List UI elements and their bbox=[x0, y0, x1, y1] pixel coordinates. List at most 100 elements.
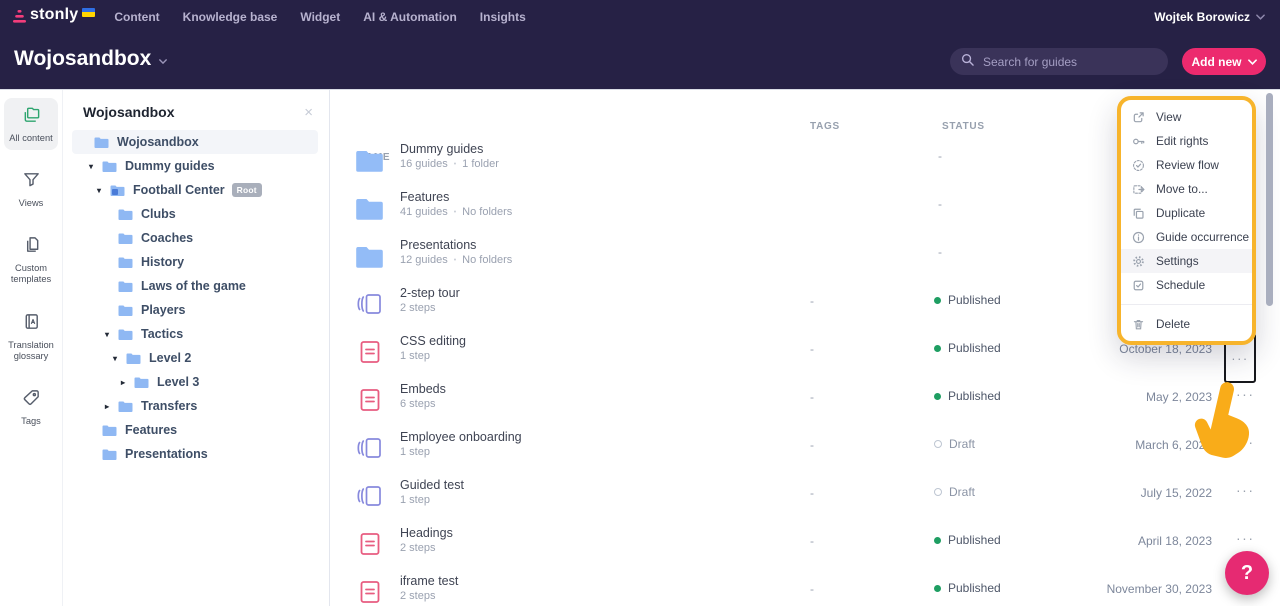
sidebar-item-all-content[interactable]: All content bbox=[4, 98, 58, 150]
table-row[interactable]: Employee onboarding1 step-DraftMarch 6, … bbox=[330, 424, 1280, 472]
help-button[interactable]: ? bbox=[1225, 551, 1269, 595]
row-date: May 2, 2023 bbox=[1146, 390, 1212, 404]
user-menu[interactable]: Wojtek Borowicz bbox=[1154, 10, 1265, 24]
row-status: - bbox=[938, 149, 942, 163]
sidebar-item-tags[interactable]: Tags bbox=[4, 381, 58, 433]
table-row[interactable]: Headings2 steps-PublishedApril 18, 2023·… bbox=[330, 520, 1280, 568]
tree-item-features[interactable]: Features bbox=[63, 418, 329, 442]
menu-item-view[interactable]: View bbox=[1121, 105, 1252, 129]
tree-item-label: Level 3 bbox=[157, 375, 199, 389]
sidebar-item-views[interactable]: Views bbox=[4, 163, 58, 215]
row-title: Features bbox=[400, 190, 449, 204]
row-meta: 1 step bbox=[400, 350, 430, 362]
stonly-logo-icon bbox=[13, 6, 26, 29]
tree-expand-arrow[interactable]: ▸ bbox=[121, 378, 134, 387]
status-dot-icon bbox=[934, 393, 941, 400]
dot-separator-icon: • bbox=[454, 209, 456, 216]
menu-item-label: Delete bbox=[1156, 317, 1190, 331]
nav-item-insights[interactable]: Insights bbox=[480, 10, 526, 24]
nav-item-ai-automation[interactable]: AI & Automation bbox=[363, 10, 457, 24]
folder-icon bbox=[118, 304, 133, 316]
tree-item-dummy-guides[interactable]: ▾ Dummy guides bbox=[63, 154, 329, 178]
menu-item-edit-rights[interactable]: Edit rights bbox=[1121, 129, 1252, 153]
folder-icon bbox=[118, 256, 133, 268]
tree-item-history[interactable]: History bbox=[63, 250, 329, 274]
row-tags: - bbox=[810, 342, 814, 356]
custom-templates-icon bbox=[22, 241, 41, 258]
table-row[interactable]: Guided test1 step-DraftJuly 15, 2022··· bbox=[330, 472, 1280, 520]
table-row[interactable]: Embeds6 steps-PublishedMay 2, 2023··· bbox=[330, 376, 1280, 424]
row-actions-button[interactable]: ··· bbox=[1230, 482, 1256, 498]
menu-item-duplicate[interactable]: Duplicate bbox=[1121, 201, 1252, 225]
row-meta-part: 1 step bbox=[400, 446, 430, 458]
folder-icon bbox=[118, 400, 133, 412]
row-tags: - bbox=[810, 294, 814, 308]
tree-item-level-2[interactable]: ▾Level 2 bbox=[63, 346, 329, 370]
menu-item-move-to-[interactable]: Move to... bbox=[1121, 177, 1252, 201]
row-meta-part: 1 step bbox=[400, 350, 430, 362]
status-dot-icon bbox=[934, 537, 941, 544]
column-header-status[interactable]: STATUS bbox=[942, 121, 985, 132]
row-date: November 30, 2023 bbox=[1107, 582, 1212, 596]
nav-item-widget[interactable]: Widget bbox=[300, 10, 340, 24]
tree-item-transfers[interactable]: ▸Transfers bbox=[63, 394, 329, 418]
nav-item-knowledge-base[interactable]: Knowledge base bbox=[183, 10, 278, 24]
row-status: - bbox=[938, 197, 942, 211]
tree-item-label: Presentations bbox=[125, 447, 208, 461]
brand-name: stonly bbox=[30, 6, 78, 24]
table-row[interactable]: iframe test2 steps-PublishedNovember 30,… bbox=[330, 568, 1280, 606]
tree-item-level-3[interactable]: ▸ Level 3 bbox=[63, 370, 329, 394]
row-title: Embeds bbox=[400, 382, 446, 396]
add-new-button[interactable]: Add new bbox=[1182, 48, 1266, 75]
close-icon[interactable]: × bbox=[304, 105, 313, 120]
tree-item-football-center[interactable]: ▾Football CenterRoot bbox=[63, 178, 329, 202]
search-icon bbox=[961, 53, 974, 71]
folder-icon bbox=[110, 184, 125, 196]
menu-item-delete[interactable]: Delete bbox=[1121, 312, 1252, 336]
tree-item-presentations[interactable]: Presentations bbox=[63, 442, 329, 466]
search-input[interactable] bbox=[981, 54, 1157, 70]
menu-item-review-flow[interactable]: Review flow bbox=[1121, 153, 1252, 177]
row-actions-button[interactable]: ··· bbox=[1230, 434, 1256, 450]
tree-item-clubs[interactable]: Clubs bbox=[63, 202, 329, 226]
main-nav: Content Knowledge base Widget AI & Automati… bbox=[114, 10, 525, 24]
tree-expand-arrow[interactable]: ▾ bbox=[113, 354, 126, 363]
tree-item-tactics[interactable]: ▾ Tactics bbox=[63, 322, 329, 346]
folder-icon bbox=[118, 232, 133, 244]
page-header: Wojosandbox Add new bbox=[0, 34, 1280, 90]
menu-item-settings[interactable]: Settings bbox=[1121, 249, 1252, 273]
sidebar-item-custom-templates[interactable]: Custom templates bbox=[4, 228, 58, 291]
add-new-label: Add new bbox=[1192, 55, 1242, 69]
row-meta: 1 step bbox=[400, 494, 430, 506]
tree-expand-arrow[interactable]: ▸ bbox=[105, 402, 118, 411]
guide-single-icon bbox=[355, 337, 385, 367]
stonly-logo[interactable]: stonly bbox=[13, 6, 95, 29]
nav-item-content[interactable]: Content bbox=[114, 10, 159, 24]
menu-item-schedule[interactable]: Schedule bbox=[1121, 273, 1252, 297]
folder-icon bbox=[134, 376, 149, 388]
row-actions-button[interactable]: ··· bbox=[1230, 386, 1256, 402]
column-header-tags[interactable]: TAGS bbox=[810, 121, 840, 132]
sidebar-item-translation-glossary[interactable]: Translation glossary bbox=[4, 305, 58, 368]
tree-expand-arrow[interactable]: ▾ bbox=[97, 186, 110, 195]
tree-expand-arrow[interactable]: ▾ bbox=[89, 162, 102, 171]
row-status: Published bbox=[934, 581, 1001, 595]
tree-expand-arrow[interactable]: ▾ bbox=[105, 330, 118, 339]
row-tags: - bbox=[810, 534, 814, 548]
row-meta: 2 steps bbox=[400, 590, 435, 602]
row-meta: 2 steps bbox=[400, 542, 435, 554]
workspace-switcher[interactable]: Wojosandbox bbox=[14, 47, 167, 71]
menu-item-label: Settings bbox=[1156, 254, 1199, 268]
tree-item-label: Tactics bbox=[141, 327, 183, 341]
tree-item-players[interactable]: Players bbox=[63, 298, 329, 322]
row-actions-button[interactable]: ··· bbox=[1230, 530, 1256, 546]
menu-item-guide-occurrence[interactable]: Guide occurrence bbox=[1121, 225, 1252, 249]
row-meta-part: 2 steps bbox=[400, 590, 435, 602]
tree-item-coaches[interactable]: Coaches bbox=[63, 226, 329, 250]
tree-item-label: Laws of the game bbox=[141, 279, 246, 293]
vertical-scrollbar[interactable] bbox=[1266, 93, 1273, 306]
tree-item-label: Dummy guides bbox=[125, 159, 215, 173]
menu-item-label: Guide occurrence bbox=[1156, 230, 1249, 244]
tree-item-laws-of-the-game[interactable]: Laws of the game bbox=[63, 274, 329, 298]
tree-item-wojosandbox[interactable]: Wojosandbox bbox=[63, 130, 329, 154]
